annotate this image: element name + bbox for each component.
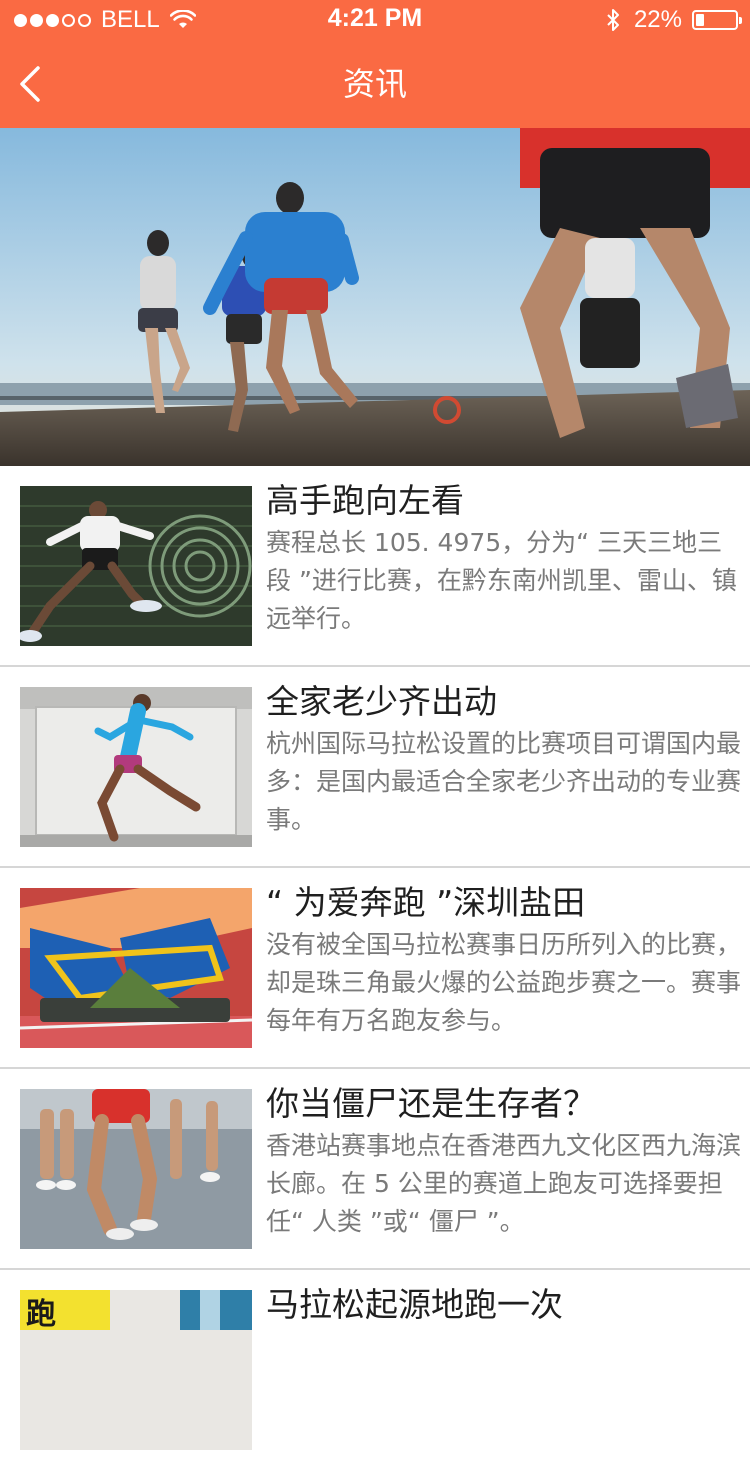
- list-item[interactable]: 跑 马拉松起源地跑一次: [0, 1270, 750, 1471]
- article-thumbnail: [20, 888, 252, 1048]
- article-summary: 香港站赛事地点在香港西九文化区西九海滨长廊。在 5 公里的赛道上跑友可选择要担任…: [266, 1131, 742, 1236]
- article-summary: 没有被全国马拉松赛事日历所列入的比赛，却是珠三角最火爆的公益跑步赛之一。赛事每年…: [266, 930, 742, 1035]
- list-item[interactable]: 高手跑向左看 赛程总长 105. 4975，分为“ 三天三地三段 ”进行比赛，在…: [0, 466, 750, 667]
- article-title: “ 为爱奔跑 ”深圳盐田: [266, 883, 586, 922]
- page-title: 资讯: [342, 65, 407, 103]
- article-title: 马拉松起源地跑一次: [266, 1285, 563, 1324]
- article-summary: [266, 1328, 744, 1442]
- article-title: 高手跑向左看: [266, 481, 464, 520]
- list-item[interactable]: “ 为爱奔跑 ”深圳盐田 没有被全国马拉松赛事日历所列入的比赛，却是珠三角最火爆…: [0, 868, 750, 1069]
- article-thumbnail: [20, 687, 252, 847]
- list-item[interactable]: 你当僵尸还是生存者？ 香港站赛事地点在香港西九文化区西九海滨长廊。在 5 公里的…: [0, 1069, 750, 1270]
- battery-percent: 22%: [633, 6, 682, 33]
- article-list: 高手跑向左看 赛程总长 105. 4975，分为“ 三天三地三段 ”进行比赛，在…: [0, 466, 750, 1471]
- article-thumbnail: 跑: [20, 1290, 252, 1450]
- article-title: 你当僵尸还是生存者？: [266, 1084, 596, 1123]
- article-summary: 杭州国际马拉松设置的比赛项目可谓国内最多：是国内最适合全家老少齐出动的专业赛事。: [266, 729, 742, 834]
- status-bar: BELL 4:21 PM 22%: [0, 0, 750, 40]
- bluetooth-icon: [607, 9, 619, 31]
- battery-icon: [692, 10, 742, 30]
- nav-bar: 资讯: [0, 40, 750, 128]
- banner-image: [0, 128, 750, 466]
- banner-carousel[interactable]: [0, 128, 750, 466]
- article-title: 全家老少齐出动: [266, 682, 497, 721]
- article-summary: 赛程总长 105. 4975，分为“ 三天三地三段 ”进行比赛，在黔东南州凯里、…: [266, 528, 737, 633]
- list-item[interactable]: 全家老少齐出动 杭州国际马拉松设置的比赛项目可谓国内最多：是国内最适合全家老少齐…: [0, 667, 750, 868]
- svg-text:跑: 跑: [26, 1297, 56, 1332]
- article-thumbnail: [20, 486, 252, 646]
- article-thumbnail: [20, 1089, 252, 1249]
